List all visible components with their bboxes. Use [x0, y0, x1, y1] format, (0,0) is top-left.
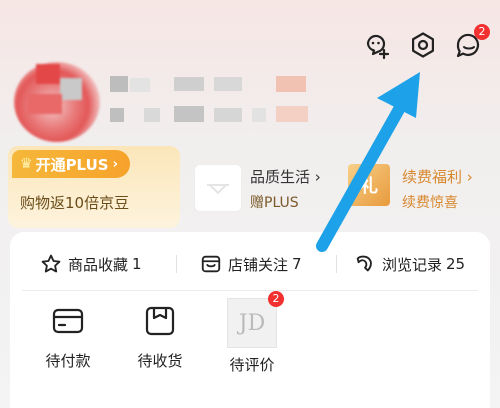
divider [336, 255, 337, 273]
gift-subtitle: 续费惊喜 [402, 195, 458, 211]
history-label: 浏览记录 [382, 255, 443, 274]
avatar[interactable] [14, 62, 100, 142]
quality-title: 品质生活 [250, 168, 311, 186]
product-thumbnail-text: JD [238, 310, 266, 336]
settings-icon[interactable] [408, 30, 438, 60]
order-pending-receipt[interactable]: 待收货 [120, 304, 200, 371]
shop-icon [201, 255, 221, 273]
message-icon[interactable]: 2 [454, 24, 490, 60]
shop-follow-label: 店铺关注 [228, 255, 289, 274]
gift-title: 续费福利 [402, 168, 463, 186]
orders-row: 待付款 待收货 JD 2 待评价 [10, 291, 490, 394]
stats-row: 商品收藏 1 店铺关注 7 浏览记录 25 [10, 244, 490, 284]
order-pending-payment-label: 待付款 [45, 352, 91, 370]
chevron-right-icon: › [466, 168, 473, 186]
shop-follow-count: 7 [292, 255, 302, 273]
favorites-stat[interactable]: 商品收藏 1 [40, 253, 142, 275]
renewal-benefit-card[interactable]: 礼 续费福利 › 续费惊喜 [348, 146, 492, 228]
review-badge: 2 [268, 291, 284, 307]
quality-thumbnail [194, 164, 242, 212]
history-count: 25 [446, 255, 466, 273]
order-pending-review-label: 待评价 [229, 356, 275, 374]
message-badge: 2 [474, 24, 490, 40]
plus-tag[interactable]: ♛ 开通PLUS › [12, 150, 130, 178]
add-friend-icon[interactable] [362, 30, 392, 60]
order-pending-receipt-label: 待收货 [137, 352, 183, 370]
star-icon [41, 254, 61, 273]
quality-subtitle: 赠PLUS [250, 195, 299, 211]
crown-icon: ♛ [20, 156, 33, 172]
package-icon [143, 304, 177, 338]
plus-tag-label: 开通PLUS [35, 155, 109, 174]
top-icon-bar: 2 [362, 24, 490, 60]
chevron-right-icon: › [112, 156, 118, 172]
favorites-label: 商品收藏 [68, 255, 129, 274]
product-thumbnail: JD 2 [227, 291, 284, 348]
chevron-right-icon: › [314, 168, 321, 186]
history-stat[interactable]: 浏览记录 25 [354, 253, 465, 275]
divider [22, 290, 478, 291]
favorites-count: 1 [132, 255, 142, 273]
wallet-icon [51, 304, 85, 338]
plus-card[interactable]: ♛ 开通PLUS › 购物返10倍京豆 [8, 146, 180, 228]
plus-subtitle: 购物返10倍京豆 [20, 194, 130, 212]
gift-box-icon: 礼 [348, 164, 390, 206]
membership-row: ♛ 开通PLUS › 购物返10倍京豆 品质生活 › 赠PLUS 礼 续费福利 … [8, 146, 492, 228]
footprint-icon [356, 255, 372, 272]
divider [176, 255, 177, 273]
quality-life-card[interactable]: 品质生活 › 赠PLUS [186, 146, 336, 228]
order-pending-review[interactable]: JD 2 待评价 [212, 291, 292, 375]
account-card: 商品收藏 1 店铺关注 7 浏览记录 25 待付款 待收货 JD 2 待评价 [10, 232, 490, 408]
order-pending-payment[interactable]: 待付款 [28, 304, 108, 371]
shop-follow-stat[interactable]: 店铺关注 7 [200, 253, 302, 275]
